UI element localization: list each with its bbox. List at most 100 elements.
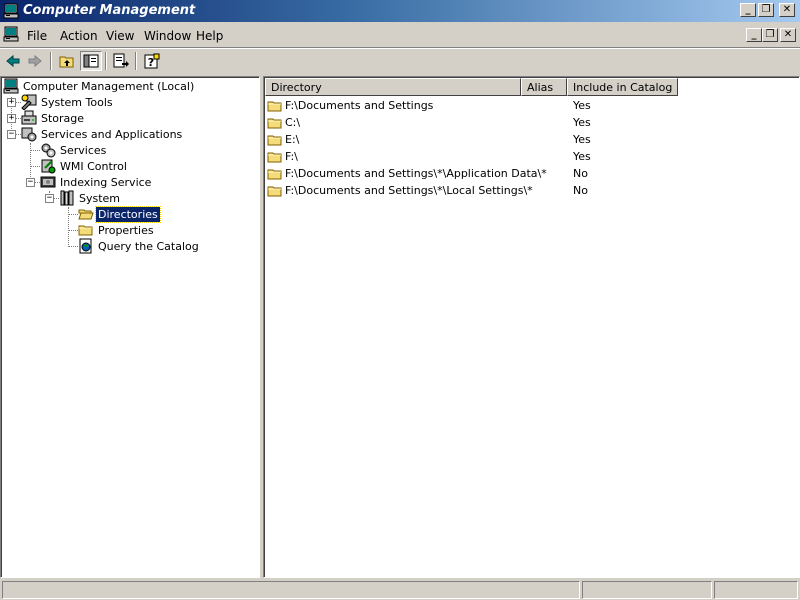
document-window-icon[interactable] <box>3 26 19 42</box>
help-button[interactable] <box>141 51 163 71</box>
collapse-system-catalog[interactable]: − <box>45 194 54 203</box>
include-cell: No <box>573 167 588 180</box>
tree-connector <box>68 246 78 247</box>
column-header-include-in-catalog[interactable]: Include in Catalog <box>567 78 678 96</box>
tree-item-label: Services and Applications <box>41 127 183 141</box>
tree-connector <box>68 230 78 231</box>
toolbar <box>0 49 800 73</box>
restore-button[interactable]: ❐ <box>758 3 774 17</box>
tree-item-indexing-service[interactable]: Indexing Service <box>40 174 153 190</box>
tree-item-system-catalog[interactable]: System <box>59 190 122 206</box>
status-pane-tertiary <box>714 581 798 599</box>
include-cell: Yes <box>573 150 591 163</box>
storage-icon <box>21 110 37 126</box>
export-list-button[interactable] <box>110 51 132 71</box>
menu-bar: File Action View Window Help _ ❐ ✕ <box>0 23 800 47</box>
collapse-services-and-applications[interactable]: − <box>7 130 16 139</box>
directory-cell: E:\ <box>285 133 300 146</box>
menu-action[interactable]: Action <box>60 29 98 43</box>
computer-management-icon[interactable] <box>3 3 19 19</box>
directory-cell: F:\ <box>285 150 298 163</box>
indexing-service-icon <box>40 174 56 190</box>
services-and-applications-icon <box>21 126 37 142</box>
directory-cell: F:\Documents and Settings <box>285 99 434 112</box>
open-folder-icon <box>78 206 94 222</box>
status-bar <box>0 579 800 600</box>
help-icon <box>144 53 160 69</box>
list-row[interactable]: F:\Documents and Settings\*\Local Settin… <box>267 183 787 200</box>
window-title: Computer Management <box>23 3 196 18</box>
child-minimize-button[interactable]: _ <box>746 28 762 42</box>
folder-icon <box>267 149 283 165</box>
tree-item-label: Directories <box>95 205 161 223</box>
folder-icon <box>267 98 283 114</box>
back-button[interactable] <box>2 51 24 71</box>
tree-item-services[interactable]: Services <box>40 142 108 158</box>
query-catalog-icon <box>78 238 94 254</box>
folder-icon <box>78 222 94 238</box>
include-cell: Yes <box>573 99 591 112</box>
tree-item-label: Indexing Service <box>60 175 152 189</box>
list-row[interactable]: F:\Documents and Settings Yes <box>267 98 787 115</box>
up-one-level-button[interactable] <box>56 51 78 71</box>
expand-storage[interactable]: + <box>7 114 16 123</box>
collapse-indexing-service[interactable]: − <box>26 178 35 187</box>
expand-system-tools[interactable]: + <box>7 98 16 107</box>
tree-item-directories[interactable]: Directories <box>78 205 161 223</box>
column-header-alias[interactable]: Alias <box>521 78 567 96</box>
forward-arrow-icon <box>27 53 43 69</box>
system-tools-icon <box>21 94 37 110</box>
tree-item-label: Computer Management (Local) <box>23 79 195 93</box>
menu-file[interactable]: File <box>27 29 47 43</box>
menu-view[interactable]: View <box>106 29 134 43</box>
folder-icon <box>267 115 283 131</box>
catalog-icon <box>59 190 75 206</box>
up-folder-icon <box>59 53 75 69</box>
services-gears-icon <box>40 142 56 158</box>
tree-item-label: Query the Catalog <box>98 239 199 253</box>
tree-item-storage[interactable]: Storage <box>21 110 86 126</box>
tree-item-label: Storage <box>41 111 85 125</box>
tree-connector <box>68 207 69 247</box>
tree-connector <box>30 166 40 167</box>
console-tree[interactable]: + + − − − Computer Management (Local) Sy… <box>0 76 260 578</box>
title-bar[interactable]: Computer Management _ ❐ ✕ <box>0 0 800 22</box>
folder-icon <box>267 183 283 199</box>
back-arrow-icon <box>5 53 21 69</box>
tree-item-label: Properties <box>98 223 154 237</box>
computer-icon <box>3 78 19 94</box>
list-row[interactable]: C:\ Yes <box>267 115 787 132</box>
include-cell: Yes <box>573 116 591 129</box>
wmi-control-icon <box>40 158 56 174</box>
tree-item-label: WMI Control <box>60 159 127 173</box>
child-restore-button[interactable]: ❐ <box>762 28 778 42</box>
tree-item-properties[interactable]: Properties <box>78 222 156 238</box>
list-row[interactable]: F:\ Yes <box>267 149 787 166</box>
minimize-button[interactable]: _ <box>740 3 756 17</box>
close-button[interactable]: ✕ <box>779 3 795 17</box>
column-header-directory[interactable]: Directory <box>265 78 521 96</box>
tree-item-system-tools[interactable]: System Tools <box>21 94 115 110</box>
forward-button[interactable] <box>24 51 46 71</box>
tree-item-services-and-applications[interactable]: Services and Applications <box>21 126 184 142</box>
child-close-button[interactable]: ✕ <box>780 28 796 42</box>
show-hide-tree-button[interactable] <box>80 51 102 71</box>
menu-window[interactable]: Window <box>144 29 191 43</box>
directory-cell: F:\Documents and Settings\*\Application … <box>285 167 547 180</box>
list-row[interactable]: F:\Documents and Settings\*\Application … <box>267 166 787 183</box>
tree-connector <box>68 214 78 215</box>
list-row[interactable]: E:\ Yes <box>267 132 787 149</box>
folder-icon <box>267 166 283 182</box>
toolbar-separator <box>135 52 137 70</box>
tree-item-wmi-control[interactable]: WMI Control <box>40 158 129 174</box>
status-pane-secondary <box>582 581 712 599</box>
tree-connector <box>30 150 40 151</box>
include-cell: No <box>573 184 588 197</box>
tree-item-label: System <box>79 191 121 205</box>
tree-item-query-the-catalog[interactable]: Query the Catalog <box>78 238 201 254</box>
menu-help[interactable]: Help <box>196 29 223 43</box>
status-pane-main <box>2 581 580 599</box>
tree-item-computer-management[interactable]: Computer Management (Local) <box>3 78 196 94</box>
directory-cell: F:\Documents and Settings\*\Local Settin… <box>285 184 533 197</box>
details-list[interactable]: Directory Alias Include in Catalog F:\Do… <box>263 76 800 578</box>
